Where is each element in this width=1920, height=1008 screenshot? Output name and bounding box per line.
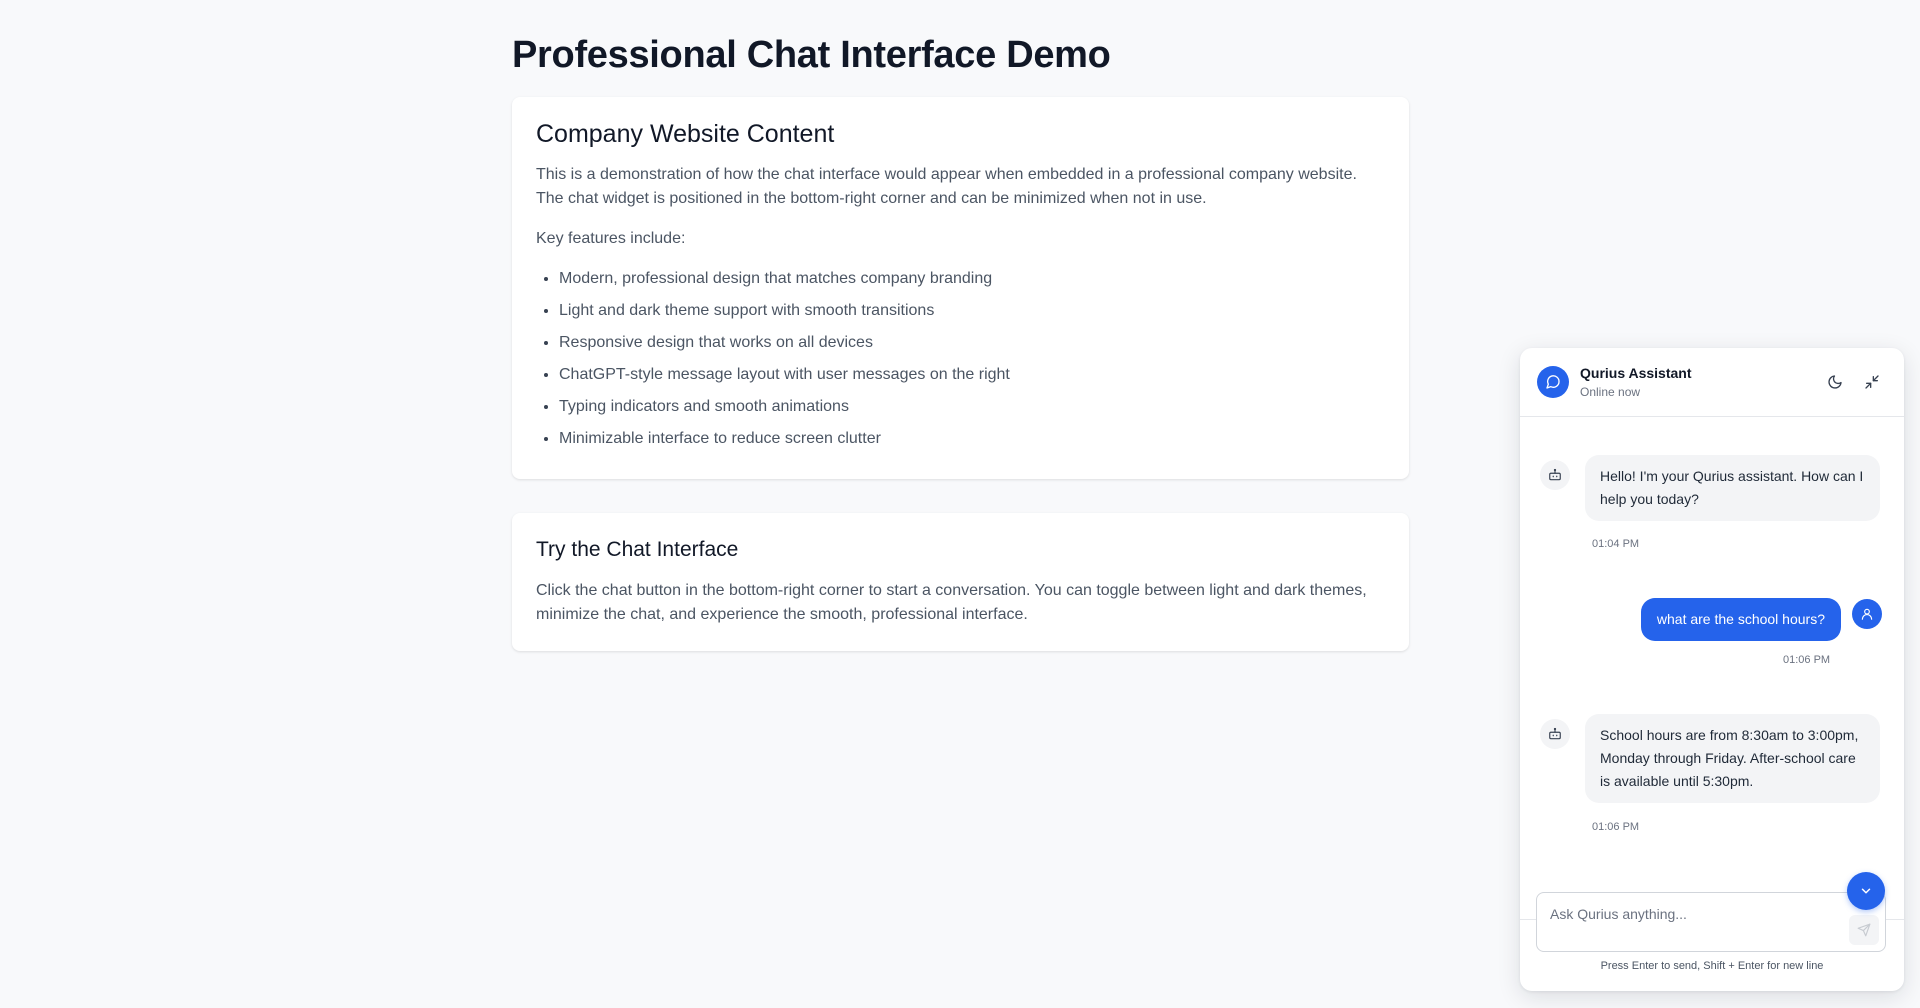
bot-message: Hello! I'm your Qurius assistant. How ca… [1585,455,1880,521]
bot-icon [1540,460,1570,490]
feature-item: Minimizable interface to reduce screen c… [559,427,1385,451]
bot-message: School hours are from 8:30am to 3:00pm, … [1585,714,1880,803]
company-content-card: Company Website Content This is a demons… [512,97,1409,479]
chat-header: Qurius Assistant Online now [1520,348,1904,417]
user-message: what are the school hours? [1640,598,1841,641]
card-heading: Try the Chat Interface [536,538,739,561]
chat-bubble-icon [1537,366,1569,398]
user-avatar-icon [1852,599,1882,629]
chat-assistant-name: Qurius Assistant [1580,365,1692,381]
card-heading: Company Website Content [536,120,835,148]
send-icon [1857,923,1871,937]
message-input[interactable]: Ask Qurius anything... [1536,892,1886,952]
message-timestamp: 01:06 PM [1592,821,1640,833]
moon-icon [1828,375,1842,389]
input-hint: Press Enter to send, Shift + Enter for n… [1600,960,1824,972]
feature-item: Responsive design that works on all devi… [559,331,1385,355]
bot-icon [1540,719,1570,749]
chat-status: Online now [1580,385,1641,399]
scroll-to-bottom-button[interactable] [1847,872,1885,910]
page-content: Professional Chat Interface Demo Company… [512,0,1409,651]
features-intro: Key features include: [536,230,686,247]
card-paragraph: This is a demonstration of how the chat … [536,166,1357,207]
message-list[interactable]: Hello! I'm your Qurius assistant. How ca… [1520,417,1904,919]
try-chat-card: Try the Chat Interface Click the chat bu… [512,513,1409,651]
page-title: Professional Chat Interface Demo [512,34,1111,76]
message-timestamp: 01:06 PM [1783,654,1831,666]
feature-item: Light and dark theme support with smooth… [559,299,1385,323]
card-paragraph: Click the chat button in the bottom-righ… [536,582,1367,623]
chevron-down-icon [1861,888,1871,894]
minimize-arrows-icon [1865,375,1879,389]
feature-item: Modern, professional design that matches… [559,267,1385,291]
message-timestamp: 01:04 PM [1592,538,1640,550]
chat-widget: Qurius Assistant Online now Hello! I'm y… [1520,348,1904,991]
features-list: Modern, professional design that matches… [536,267,1385,451]
feature-item: Typing indicators and smooth animations [559,395,1385,419]
theme-toggle-button[interactable] [1823,370,1847,394]
feature-item: ChatGPT-style message layout with user m… [559,363,1385,387]
minimize-button[interactable] [1860,370,1884,394]
send-button[interactable] [1849,915,1879,945]
input-placeholder: Ask Qurius anything... [1550,906,1687,922]
